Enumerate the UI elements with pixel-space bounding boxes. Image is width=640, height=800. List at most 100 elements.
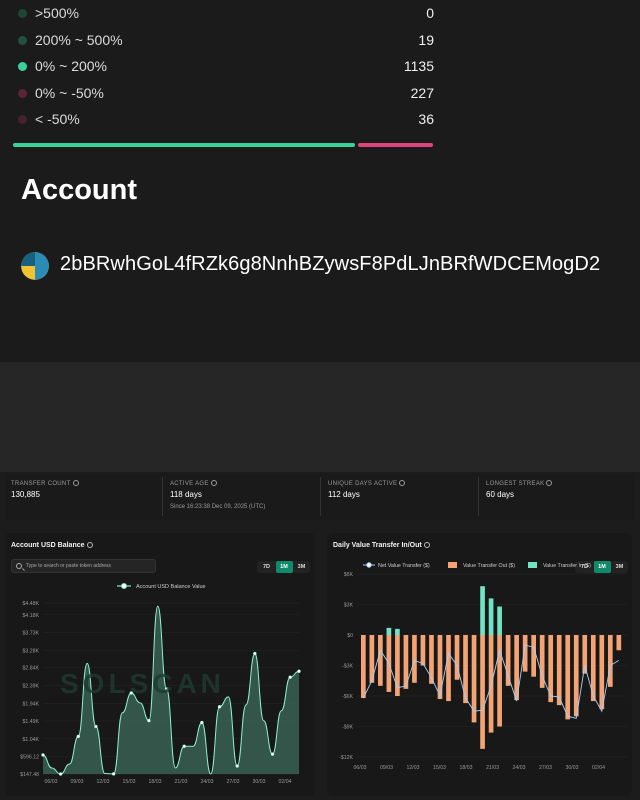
bar-transfer-out [599,635,605,710]
distribution-count: 0 [426,5,434,21]
bar-transfer-out [412,635,417,683]
data-point [58,772,63,776]
data-point [147,718,151,723]
bar-transfer-out [531,635,537,677]
info-icon[interactable] [72,480,79,486]
account-stats: TRANSFER COUNT 130,885 ACTIVE AGE 118 days S… [5,473,635,520]
info-icon[interactable] [210,480,217,486]
divider [162,477,163,516]
top-section: >500% 0 200% ~ 500% 19 0% ~ 200% 1135 0% ~ -50… [0,0,640,362]
y-tick-label: $3.28K [23,648,40,654]
legend-dot [18,35,27,45]
legend-item[interactable]: Net Value Transfer ($) [363,562,430,569]
distribution-bar-negative [358,143,433,147]
bar-transfer-in [480,586,485,635]
bar-transfer-in [386,627,392,635]
wallet-avatar-icon [21,252,49,280]
x-tick-label: 15/03 [123,779,136,785]
divider [478,477,479,516]
stat-value: 112 days [328,490,360,499]
bar-transfer-out [488,635,494,733]
y-tick-label: -$9K [342,725,353,731]
legend-dot [18,88,27,98]
bar-transfer-out [573,635,579,717]
legend-label: Net Value Transfer ($) [378,563,430,569]
x-tick-label: 30/03 [566,765,579,771]
distribution-count: 36 [418,111,434,127]
bar-transfer-out [616,635,622,651]
data-point [182,744,186,749]
bar-transfer-out [556,635,562,706]
transfer-card: Daily Value Transfer In/Out 7D 1M 3M Net V… [327,533,632,796]
distribution-label: 200% ~ 500% [35,31,123,48]
legend-label: Account USD Balance Value [136,584,206,590]
x-tick-label: 21/03 [175,779,188,785]
x-tick-label: 27/03 [227,779,240,785]
x-tick-label: 09/03 [71,779,84,785]
legend-dot [18,9,27,18]
distribution-count: 19 [418,31,434,48]
watermark: SOLSCAN [60,668,225,699]
x-tick-label: 02/04 [279,779,292,785]
y-tick-label: $2.39K [23,683,40,689]
x-tick-label: 12/03 [97,779,110,785]
distribution-label: < -50% [35,111,80,127]
y-tick-label: $1.49K [23,719,40,725]
legend-swatch [528,562,537,568]
bar-transfer-out [446,635,451,702]
x-tick-label: 12/03 [407,765,420,771]
legend-marker [366,562,372,568]
data-point [270,752,275,756]
distribution-label: 0% ~ -50% [35,84,104,101]
bar-transfer-out [565,635,571,720]
stat-transfer-count: TRANSFER COUNT 130,885 [5,473,160,520]
y-tick-label: $6K [344,572,354,578]
data-point [217,705,222,709]
bar-transfer-out [378,635,383,686]
data-point [288,675,292,679]
bar-transfer-out [497,635,502,727]
stat-active-age: ACTIVE AGE 118 days Since 16:23:38 Dec 09,… [164,473,319,520]
data-point [76,734,81,739]
x-tick-label: 27/03 [539,765,552,771]
distribution-row: < -50% 36 [18,110,434,130]
y-tick-label: $2.84K [23,666,40,672]
legend-item[interactable]: Value Transfer Out ($) [448,562,515,569]
legend-item[interactable]: Value Transfer In ($) [528,562,591,569]
x-tick-label: 21/03 [486,765,499,771]
page-title: Account [21,174,137,206]
distribution-row: 0% ~ -50% 227 [18,84,434,104]
data-point [41,753,45,757]
info-icon[interactable] [399,480,406,486]
stat-value: 60 days [486,490,515,499]
account-address[interactable]: 2bBRwhGoL4fRZk6g8NnhBZywsF8PdLJnBRfWDCEM… [60,253,600,276]
legend-swatch [448,562,457,568]
data-point [253,651,257,656]
transfer-chart: Net Value Transfer ($) Value Transfer Out… [339,562,627,771]
legend-label: Value Transfer In ($) [543,563,591,569]
distribution-row: >500% 0 [18,4,434,24]
y-tick-label: $596.12 [20,754,39,760]
section-spacer [0,362,640,472]
stat-label-text: TRANSFER COUNT [11,481,71,487]
info-icon[interactable] [546,480,553,486]
stat-label: LONGEST STREAK [486,480,553,487]
x-tick-label: 24/03 [201,779,214,785]
data-point [297,669,301,674]
distribution-row: 0% ~ 200% 1135 [18,57,434,77]
y-tick-label: -$12K [339,755,353,761]
y-tick-label: $4.18K [23,613,40,619]
distribution-count: 227 [410,84,434,101]
x-tick-label: 06/03 [45,779,58,785]
bar-transfer-in [395,628,400,635]
distribution-bar-positive [13,143,355,147]
y-tick-label: -$6K [342,694,353,700]
distribution-label: >500% [35,5,79,21]
y-tick-label: $1.94K [23,701,40,707]
y-tick-label: $1.04K [23,737,40,743]
chart-legend: Account USD Balance Value [117,583,206,590]
x-tick-label: 18/03 [460,765,473,771]
stat-label-text: LONGEST STREAK [486,481,545,487]
stat-subtext: Since 16:23:38 Dec 09, 2025 (UTC) [170,504,266,510]
distribution-label: 0% ~ 200% [35,58,107,74]
